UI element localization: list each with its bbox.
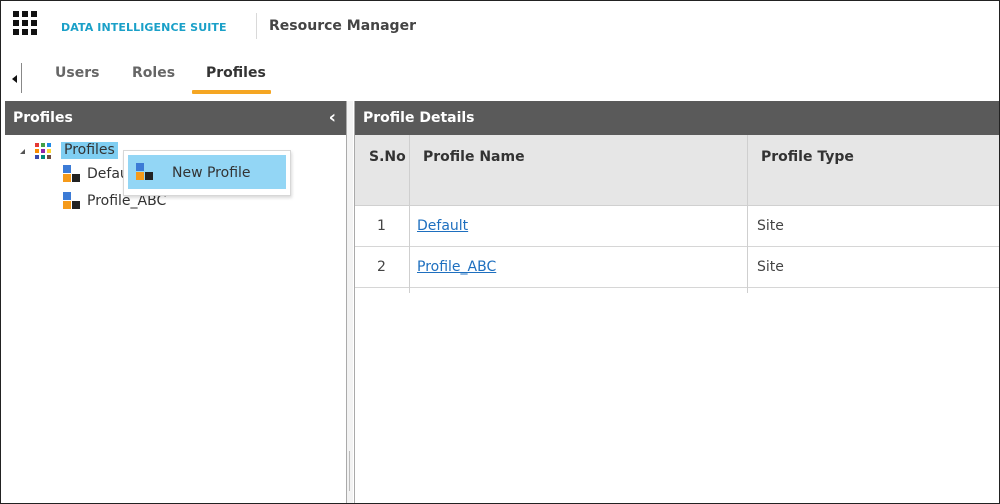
tree-expand-icon[interactable] [20,149,25,154]
tree-root-profiles[interactable]: Profiles [61,142,118,159]
tab-profiles[interactable]: Profiles [206,65,266,81]
cell-profile-type: Site [757,259,784,275]
profiles-panel-title: Profiles [13,110,73,126]
cell-profile-type: Site [757,218,784,234]
column-header-profile-name[interactable]: Profile Name [423,135,525,205]
tab-roles[interactable]: Roles [132,65,175,81]
profile-details-header: Profile Details [355,101,999,135]
profiles-panel-header: Profiles ‹ [5,101,346,135]
table-row: 2 Profile_ABC Site [355,247,999,288]
profile-details-table: S.No Profile Name Profile Type 1 Default… [355,135,999,293]
column-header-profile-type[interactable]: Profile Type [761,135,854,205]
header-divider [256,13,257,39]
cell-sno: 1 [377,218,386,234]
table-header: S.No Profile Name Profile Type [355,135,999,206]
new-profile-icon [136,163,154,181]
profile-link-default[interactable]: Default [417,218,468,234]
table-row: 1 Default Site [355,206,999,247]
context-menu-item-label: New Profile [172,165,251,181]
app-launcher-grid-icon[interactable] [13,11,37,35]
collapse-nav-button[interactable] [7,63,22,93]
panel-splitter[interactable] [347,101,353,503]
profiles-folder-icon [35,143,53,161]
suite-name: DATA INTELLIGENCE SUITE [61,21,227,34]
active-tab-indicator [192,90,271,94]
collapse-panel-chevron-icon[interactable]: ‹ [329,101,336,135]
profile-icon [63,165,81,183]
profile-icon [63,192,81,210]
app-title: Resource Manager [269,18,416,34]
splitter-grip [349,451,350,491]
profile-details-title: Profile Details [363,110,475,126]
cell-sno: 2 [377,259,386,275]
app-window: DATA INTELLIGENCE SUITE Resource Manager… [0,0,1000,504]
column-divider [747,135,748,293]
column-header-sno[interactable]: S.No [369,135,406,205]
tree-context-menu: New Profile [123,150,291,196]
tab-bar: Users Roles Profiles [1,53,999,95]
profile-details-panel: Profile Details S.No Profile Name Profil… [354,101,999,503]
app-header: DATA INTELLIGENCE SUITE Resource Manager [1,1,999,45]
caret-left-icon [12,75,17,83]
tab-users[interactable]: Users [55,65,99,81]
profile-link-profile-abc[interactable]: Profile_ABC [417,259,496,275]
column-divider [409,135,410,293]
context-menu-new-profile[interactable]: New Profile [128,155,286,189]
